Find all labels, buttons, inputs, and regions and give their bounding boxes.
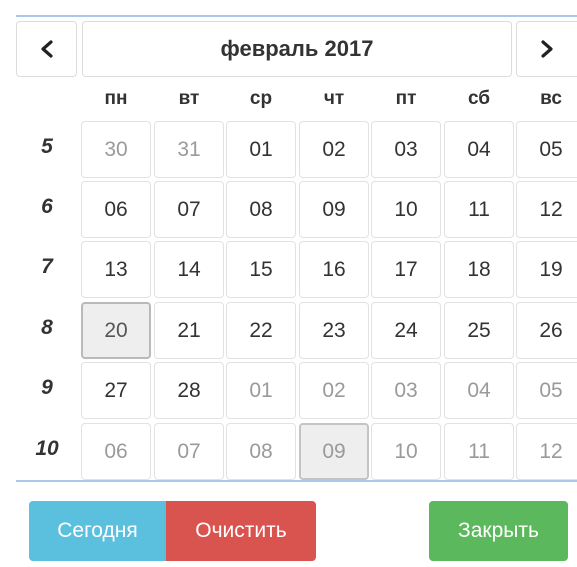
day-cell[interactable]: 11 [444,181,514,238]
next-month-button[interactable] [516,21,577,77]
clear-button[interactable]: Очистить [166,501,316,561]
weekday-label: вт [178,88,200,109]
weekday-label: пт [395,88,417,109]
day-cell[interactable]: 24 [371,302,441,359]
day-cell[interactable]: 02 [299,121,369,178]
day-cell[interactable]: 09 [299,181,369,238]
day-cell-today[interactable]: 09 [299,423,369,480]
day-cell[interactable]: 28 [154,362,224,419]
day-cell[interactable]: 07 [154,181,224,238]
week-number: 8 [41,316,53,339]
day-cell[interactable]: 10 [371,423,441,480]
day-cell[interactable]: 10 [371,181,441,238]
day-cell[interactable]: 04 [444,362,514,419]
weekday-label: сб [467,88,491,109]
day-cell[interactable]: 16 [299,241,369,298]
day-cell[interactable]: 01 [226,121,296,178]
day-cell[interactable]: 30 [81,121,151,178]
week-number: 5 [41,135,53,158]
weekday-label: пн [104,88,128,109]
close-button[interactable]: Закрыть [429,501,568,561]
month-title-button[interactable]: февраль 2017 [82,21,512,77]
today-button[interactable]: Сегодня [29,501,166,561]
day-cell[interactable]: 06 [81,423,151,480]
day-cell[interactable]: 26 [516,302,577,359]
prev-month-button[interactable] [16,21,77,77]
day-cell[interactable]: 05 [516,121,577,178]
weekday-label: чт [323,88,345,109]
day-cell[interactable]: 19 [516,241,577,298]
day-cell[interactable]: 01 [226,362,296,419]
day-cell[interactable]: 31 [154,121,224,178]
day-cell[interactable]: 12 [516,423,577,480]
day-cell[interactable]: 23 [299,302,369,359]
chevron-left-icon [40,40,53,58]
weekday-label: вс [540,88,562,109]
day-cell-selected[interactable]: 20 [81,302,151,359]
week-number: 7 [41,255,53,278]
weekday-label: ср [249,88,273,109]
week-number: 9 [41,376,53,399]
day-cell[interactable]: 25 [444,302,514,359]
day-cell[interactable]: 07 [154,423,224,480]
day-cell[interactable]: 05 [516,362,577,419]
chevron-right-icon [541,40,553,58]
day-cell[interactable]: 21 [154,302,224,359]
day-cell[interactable]: 03 [371,362,441,419]
day-cell[interactable]: 17 [371,241,441,298]
day-cell[interactable]: 13 [81,241,151,298]
day-cell[interactable]: 22 [226,302,296,359]
day-cell[interactable]: 14 [154,241,224,298]
day-cell[interactable]: 12 [516,181,577,238]
week-number: 6 [41,195,53,218]
day-cell[interactable]: 27 [81,362,151,419]
top-divider [16,15,577,17]
bottom-divider [16,480,577,482]
day-cell[interactable]: 08 [226,423,296,480]
day-cell[interactable]: 15 [226,241,296,298]
day-cell[interactable]: 06 [81,181,151,238]
day-cell[interactable]: 04 [444,121,514,178]
day-cell[interactable]: 11 [444,423,514,480]
day-cell[interactable]: 02 [299,362,369,419]
day-cell[interactable]: 18 [444,241,514,298]
day-cell[interactable]: 08 [226,181,296,238]
week-number: 10 [35,437,59,460]
day-cell[interactable]: 03 [371,121,441,178]
